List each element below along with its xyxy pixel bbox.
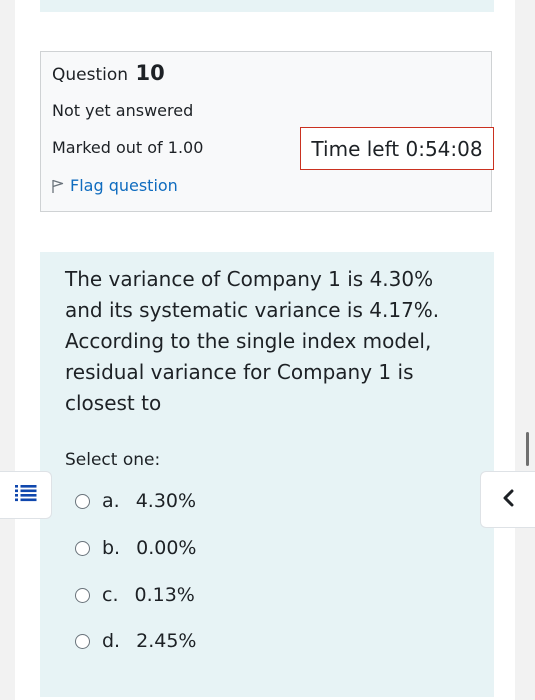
answer-value-d: 2.45% (136, 630, 197, 652)
answer-radio-c[interactable] (75, 587, 90, 603)
flag-question-label: Flag question (70, 176, 178, 195)
answer-value-b: 0.00% (136, 537, 197, 559)
answer-letter-d: d. (102, 630, 121, 652)
previous-question-block (40, 0, 494, 12)
quiz-navigation-icon (14, 484, 37, 506)
timer-text: Time left 0:54:08 (311, 136, 483, 161)
flag-question-link[interactable]: Flag question (51, 176, 178, 195)
answer-radio-b[interactable] (75, 540, 90, 556)
question-text: The variance of Company 1 is 4.30% and i… (65, 267, 440, 415)
chevron-left-icon (501, 489, 515, 511)
question-formulation: The variance of Company 1 is 4.30% and i… (40, 252, 494, 697)
question-label: Question (52, 65, 129, 85)
answer-letter-b: b. (102, 537, 121, 559)
drawer-toggle-button[interactable] (480, 471, 535, 528)
question-state: Not yet answered (52, 101, 194, 120)
answer-prompt: Select one: (65, 450, 161, 470)
answer-option-c[interactable]: c. 0.13% (75, 584, 195, 606)
question-number: 10 (135, 61, 165, 85)
question-number-label: Question 10 (52, 61, 165, 85)
question-grade: Marked out of 1.00 (52, 138, 204, 157)
answer-letter-a: a. (102, 490, 120, 512)
answer-value-c: 0.13% (134, 584, 195, 606)
answer-option-d[interactable]: d. 2.45% (75, 630, 196, 652)
answer-value-a: 4.30% (135, 490, 197, 512)
answer-option-a[interactable]: a. 4.30% (75, 490, 196, 512)
scrollbar-thumb[interactable] (526, 432, 529, 466)
flag-icon (51, 178, 64, 194)
answer-letter-c: c. (102, 584, 119, 606)
answer-radio-d[interactable] (75, 633, 90, 649)
quiz-timer: Time left 0:54:08 (300, 127, 494, 170)
answer-option-b[interactable]: b. 0.00% (75, 537, 196, 559)
answer-radio-a[interactable] (75, 493, 90, 509)
quiz-navigation-toggle[interactable] (0, 471, 52, 519)
